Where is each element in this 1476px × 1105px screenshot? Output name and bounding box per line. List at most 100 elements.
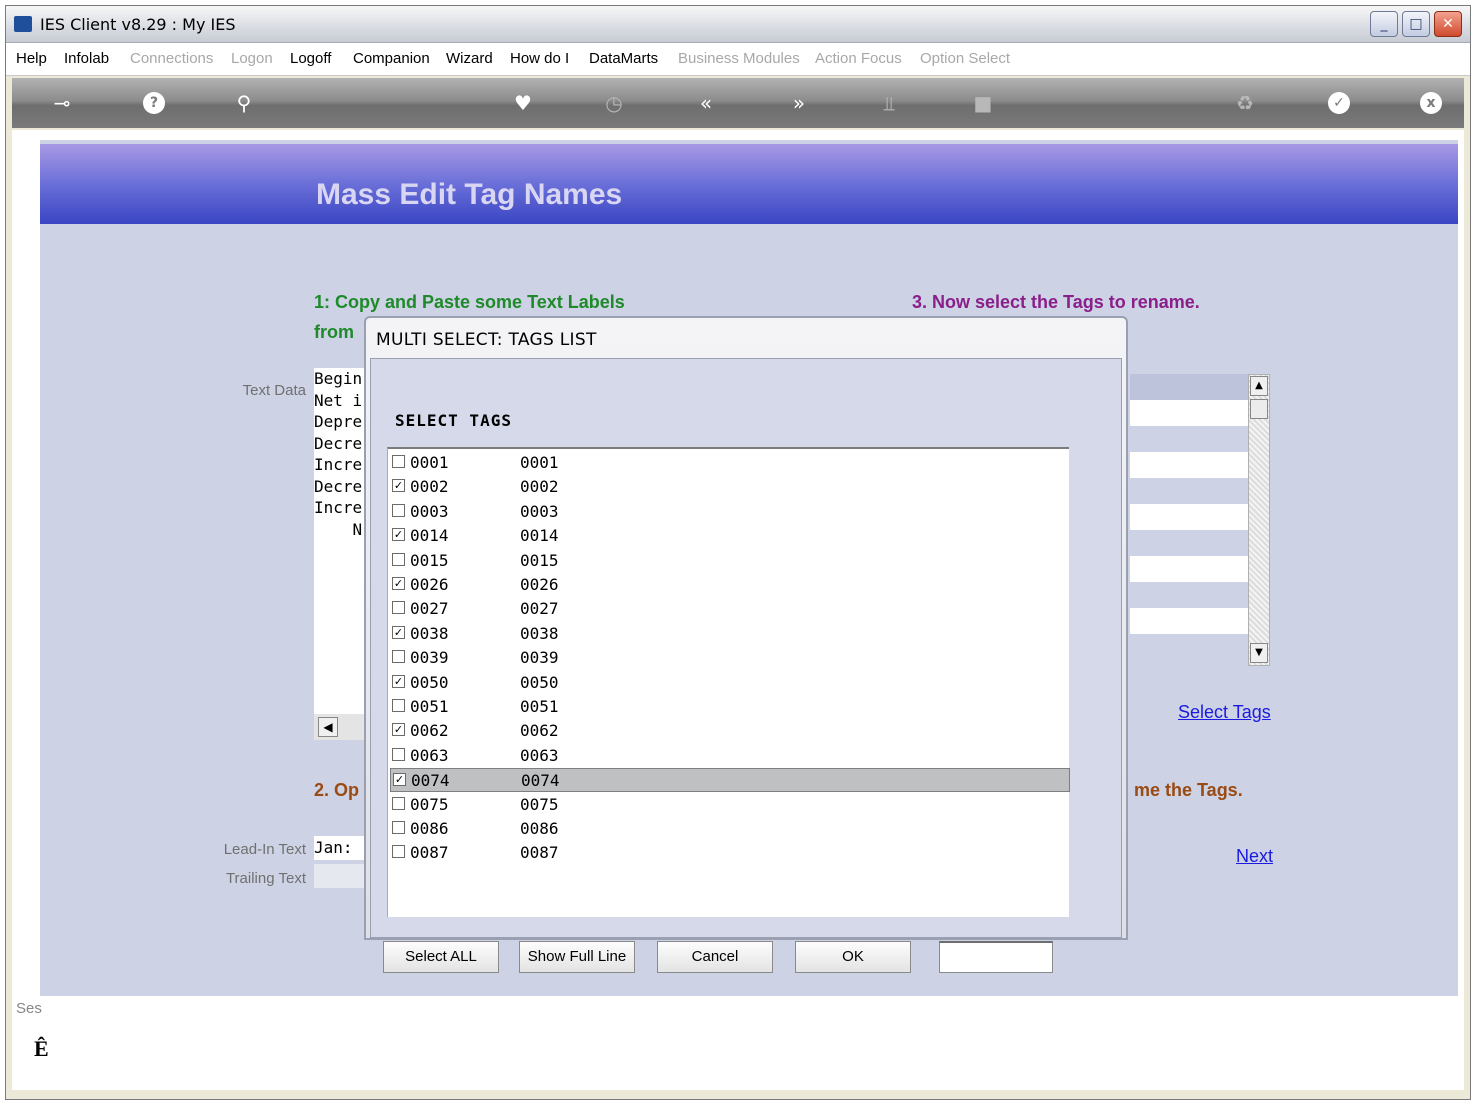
horizontal-scrollbar[interactable]: ◀ xyxy=(314,714,366,740)
status-strip: Ses Ê xyxy=(12,996,1464,1090)
tag-name: 0002 xyxy=(520,477,559,497)
trailing-text-input[interactable] xyxy=(314,864,366,888)
text-line: Incre xyxy=(314,498,363,517)
page-title: Mass Edit Tag Names xyxy=(316,178,623,211)
tag-list-item[interactable]: 0039 0039 xyxy=(390,646,1070,670)
heart-icon[interactable]: ♥ xyxy=(508,90,538,116)
back-icon[interactable]: « xyxy=(691,90,721,116)
tags-list[interactable]: 0001 0001 ✓ 0002 0002 0003 0003 ✓ 0014 0014 0015 00… xyxy=(387,447,1070,917)
tag-name: 0003 xyxy=(520,501,559,521)
tag-list-item[interactable]: ✓ 0038 0038 xyxy=(390,622,1070,646)
scroll-thumb[interactable] xyxy=(1250,399,1268,419)
forward-icon[interactable]: » xyxy=(784,90,814,116)
tag-checkbox[interactable] xyxy=(392,699,405,712)
maximize-button[interactable]: □ xyxy=(1402,11,1430,37)
tag-list-item[interactable]: 0086 0086 xyxy=(390,817,1070,841)
tag-checkbox[interactable] xyxy=(392,747,405,761)
close-icon[interactable]: x xyxy=(1420,92,1442,114)
tag-code: 0087 xyxy=(410,843,449,863)
tag-checkbox[interactable]: ✓ xyxy=(392,674,405,688)
minimize-button[interactable]: _ xyxy=(1370,11,1398,37)
menu-logoff[interactable]: Logoff xyxy=(290,50,331,67)
tools-icon[interactable]: ⫫ xyxy=(874,90,904,116)
tag-list-item[interactable]: 0001 0001 xyxy=(390,451,1070,475)
tag-list-item[interactable]: ✓ 0062 0062 xyxy=(390,719,1070,743)
tag-code: 0015 xyxy=(410,550,449,570)
tag-checkbox[interactable]: ✓ xyxy=(392,479,405,493)
tag-checkbox[interactable] xyxy=(392,650,405,664)
tag-list-item[interactable]: 0051 0051 xyxy=(390,695,1070,719)
app-icon xyxy=(14,16,32,32)
scroll-down-icon[interactable]: ▼ xyxy=(1250,643,1268,663)
tag-list-item[interactable]: 0027 0027 xyxy=(390,597,1070,621)
tag-checkbox[interactable] xyxy=(392,845,405,859)
tag-checkbox[interactable] xyxy=(392,796,405,810)
window-title: IES Client v8.29 : My IES xyxy=(40,15,236,34)
tag-list-item[interactable]: ✓ 0074 0074 xyxy=(390,768,1070,793)
tag-checkbox[interactable]: ✓ xyxy=(392,723,405,737)
scroll-up-icon[interactable]: ▲ xyxy=(1250,376,1268,396)
tag-code: 0027 xyxy=(410,599,449,619)
clock-icon[interactable]: ◷ xyxy=(599,90,629,116)
menu-how-do-i[interactable]: How do I xyxy=(510,50,569,67)
dialog-body: SELECT TAGS 0001 0001 ✓ 0002 0002 0003 0003 ✓ 00… xyxy=(370,358,1122,973)
close-window-button[interactable]: ✕ xyxy=(1434,11,1462,37)
help-icon[interactable]: ? xyxy=(143,92,165,114)
tag-checkbox[interactable]: ✓ xyxy=(393,773,406,787)
tag-list-item[interactable]: ✓ 0026 0026 xyxy=(390,573,1070,597)
tag-checkbox[interactable] xyxy=(392,503,405,517)
tag-code: 0039 xyxy=(410,648,449,668)
recycle-icon[interactable]: ♻ xyxy=(1230,90,1260,116)
tag-code: 0038 xyxy=(410,623,449,643)
ok-button[interactable]: OK xyxy=(795,941,911,973)
scroll-left-icon[interactable]: ◀ xyxy=(318,717,338,737)
tag-list-item[interactable]: 0003 0003 xyxy=(390,500,1070,524)
tag-list-item[interactable]: ✓ 0014 0014 xyxy=(390,524,1070,548)
tag-name: 0027 xyxy=(520,599,559,619)
key-icon[interactable]: ⊸ xyxy=(42,90,82,116)
next-link[interactable]: Next xyxy=(1236,846,1273,867)
toolbar: ⊸ ? ⚲ ♥ ◷ « » ⫫ ■ ♻ ✓ x xyxy=(12,78,1464,128)
text-line: Begin xyxy=(314,369,363,388)
tag-name: 0074 xyxy=(521,771,560,791)
check-icon[interactable]: ✓ xyxy=(1328,92,1350,114)
tag-list-item[interactable]: ✓ 0002 0002 xyxy=(390,475,1070,499)
stop-icon[interactable]: ■ xyxy=(968,90,998,116)
tag-checkbox[interactable] xyxy=(392,552,405,566)
tag-name: 0086 xyxy=(520,819,559,838)
tag-checkbox[interactable]: ✓ xyxy=(392,625,405,639)
tag-code: 0002 xyxy=(410,477,449,497)
tag-code: 0003 xyxy=(410,501,449,521)
menu-help[interactable]: Help xyxy=(16,50,47,67)
tag-checkbox[interactable] xyxy=(392,455,405,468)
tag-list-item[interactable]: 0063 0063 xyxy=(390,744,1070,768)
menu-wizard[interactable]: Wizard xyxy=(446,50,493,67)
tag-code: 0050 xyxy=(410,672,449,692)
tag-name: 0075 xyxy=(520,794,559,814)
menu-companion[interactable]: Companion xyxy=(353,50,430,67)
show-full-line-button[interactable]: Show Full Line xyxy=(519,941,635,973)
dialog-heading: SELECT TAGS xyxy=(395,411,512,430)
menu-infolab[interactable]: Infolab xyxy=(64,50,109,67)
menu-datamarts[interactable]: DataMarts xyxy=(589,50,658,67)
select-tags-link[interactable]: Select Tags xyxy=(1178,702,1271,723)
tag-list-item[interactable]: ✓ 0050 0050 xyxy=(390,671,1070,695)
select-all-button[interactable]: Select ALL xyxy=(383,941,499,973)
tag-code: 0001 xyxy=(410,453,449,472)
status-text: Ses xyxy=(16,1000,42,1017)
tag-list-item[interactable]: 0075 0075 xyxy=(390,793,1070,817)
tag-list-item[interactable]: 0015 0015 xyxy=(390,549,1070,573)
cancel-button[interactable]: Cancel xyxy=(657,941,773,973)
text-line: Decre xyxy=(314,433,363,453)
search-icon[interactable]: ⚲ xyxy=(229,90,259,116)
text-data-area[interactable]: Begin Net i Depre Decre Incre Decre Incr… xyxy=(314,368,366,740)
tag-name: 0050 xyxy=(520,672,559,692)
tag-checkbox[interactable] xyxy=(392,821,405,834)
dialog-search-input[interactable] xyxy=(939,941,1053,973)
tag-checkbox[interactable]: ✓ xyxy=(392,528,405,542)
tag-checkbox[interactable] xyxy=(392,601,405,615)
tag-checkbox[interactable]: ✓ xyxy=(392,577,405,590)
tag-list-item[interactable]: 0087 0087 xyxy=(390,841,1070,865)
vertical-scrollbar[interactable]: ▲ ▼ xyxy=(1248,374,1270,666)
lead-in-input[interactable]: Jan: xyxy=(314,836,366,860)
